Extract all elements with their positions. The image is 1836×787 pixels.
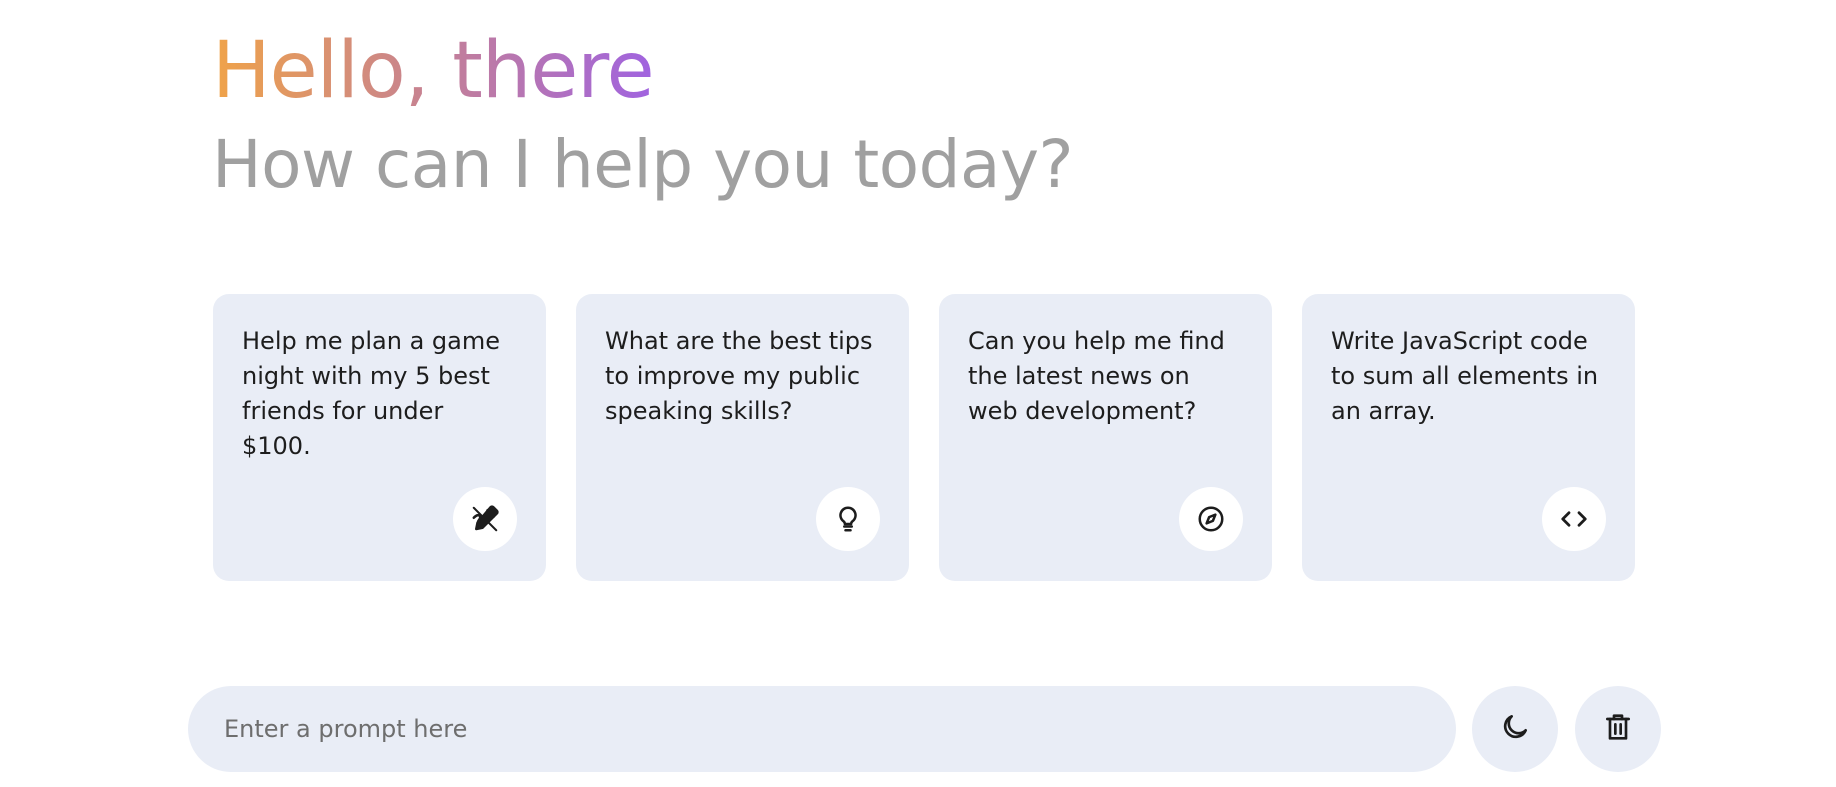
delete-chats-button[interactable] <box>1575 686 1661 772</box>
chat-home-page: Hello, there How can I help you today? H… <box>0 0 1836 787</box>
code-icon <box>1542 487 1606 551</box>
lightbulb-icon <box>816 487 880 551</box>
suggestion-text: What are the best tips to improve my pub… <box>605 327 873 425</box>
greeting-title: Hello, there <box>212 26 655 116</box>
prompt-input[interactable] <box>224 686 1456 772</box>
delete-icon <box>1602 711 1634 747</box>
suggestion-text: Write JavaScript code to sum all element… <box>1331 327 1599 425</box>
suggestion-list: Help me plan a game night with my 5 best… <box>213 294 1635 581</box>
suggestion-text: Can you help me find the latest news on … <box>968 327 1225 425</box>
draw-icon <box>453 487 517 551</box>
greeting-subtitle: How can I help you today? <box>212 126 1074 203</box>
theme-toggle-button[interactable] <box>1472 686 1558 772</box>
moon-icon <box>1499 711 1531 747</box>
suggestion-card[interactable]: What are the best tips to improve my pub… <box>576 294 909 581</box>
suggestion-card[interactable]: Help me plan a game night with my 5 best… <box>213 294 546 581</box>
explore-icon <box>1179 487 1243 551</box>
prompt-bar <box>188 686 1456 772</box>
suggestion-text: Help me plan a game night with my 5 best… <box>242 327 500 460</box>
suggestion-card[interactable]: Can you help me find the latest news on … <box>939 294 1272 581</box>
suggestion-card[interactable]: Write JavaScript code to sum all element… <box>1302 294 1635 581</box>
